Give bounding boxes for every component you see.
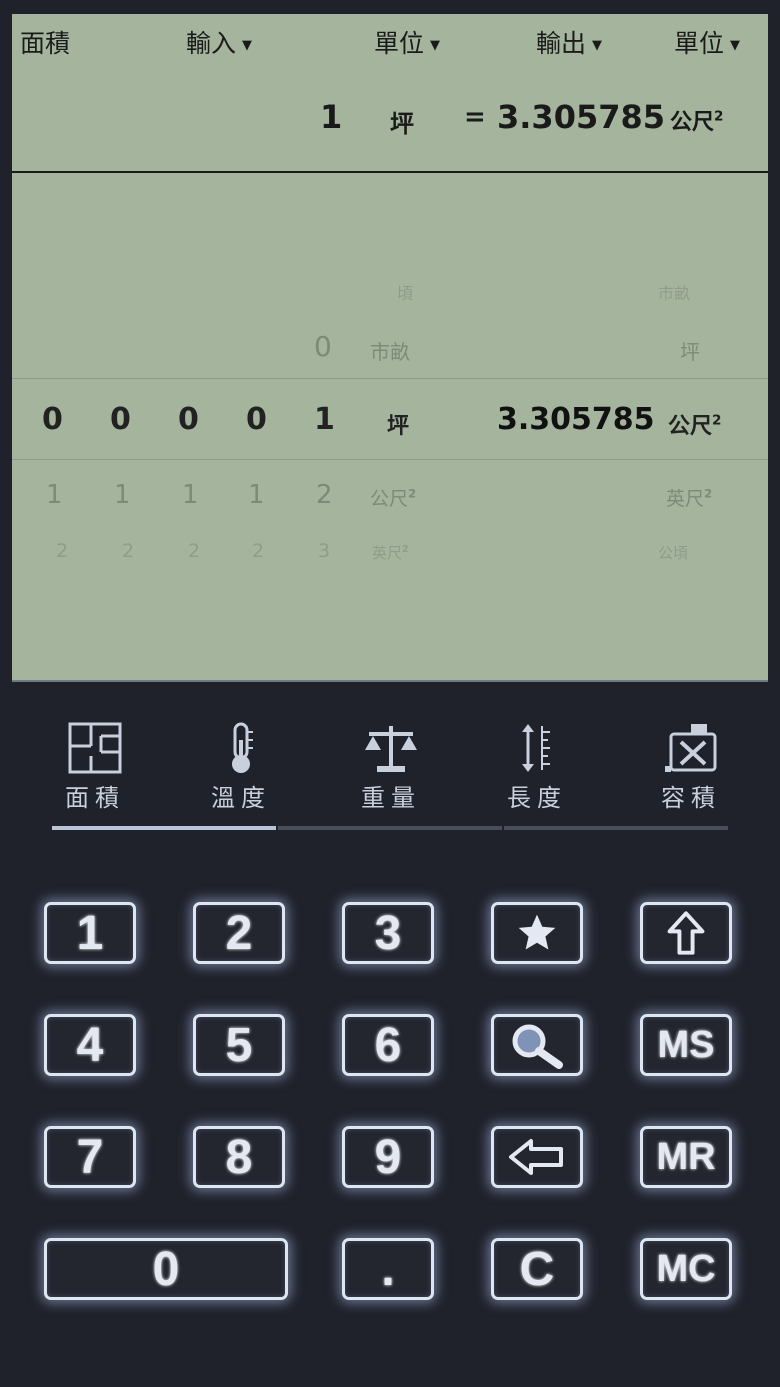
tab-label: 重量 [361,784,421,812]
result-input-unit: 坪 [390,110,414,138]
picker-input-unit-p2[interactable]: 英尺2 [372,542,409,563]
picker-faded-row [372,250,376,266]
favorite-button[interactable] [491,902,583,964]
tab-indicator-active [52,826,276,830]
key-6[interactable]: 6 [342,1014,434,1076]
memory-store-button[interactable]: MS [640,1014,732,1076]
tab-label: 溫度 [211,784,271,812]
canister-icon [665,724,717,772]
star-icon [518,914,556,950]
output-header[interactable]: 輸出 ▼ [536,24,602,60]
picker-output-unit-p2[interactable]: 公頃 [658,542,688,563]
tab-temperature[interactable]: 溫度 [186,722,296,813]
tab-indicator [278,826,502,830]
key-1[interactable]: 1 [44,902,136,964]
tab-length[interactable]: 長度 [482,722,592,813]
tab-indicator [504,826,728,830]
magnifier-icon [512,1024,563,1069]
memory-clear-button[interactable]: MC [640,1238,732,1300]
tab-label: 長度 [507,784,567,812]
picker-digit-p2-2[interactable]: 2 [122,540,134,562]
picker-input-unit-p1[interactable]: 公尺2 [370,484,416,511]
key-7[interactable]: 7 [44,1126,136,1188]
clear-button[interactable]: C [491,1238,583,1300]
picker-digit-p1-4[interactable]: 1 [248,480,265,510]
key-8[interactable]: 8 [193,1126,285,1188]
picker-digit-p2-3[interactable]: 2 [188,540,200,562]
result-equals: = [464,102,486,132]
dropdown-arrow-icon: ▼ [242,38,253,53]
key-9[interactable]: 9 [342,1126,434,1188]
picker-output-value: 3.305785 [497,402,655,437]
key-0[interactable]: 0 [44,1238,288,1300]
picker-digit-p2-5[interactable]: 3 [318,540,330,562]
picker-digit-1[interactable]: 0 [42,402,63,437]
input-header[interactable]: 輸入 ▼ [186,24,252,60]
backspace-button[interactable] [491,1126,583,1188]
picker-digit-3[interactable]: 0 [178,402,199,437]
converter-display: 面積 輸入 ▼ 單位 ▼ 輸出 ▼ 單位 ▼ 1 坪 = 3.305785 公尺2 頃 … [12,14,768,680]
key-5[interactable]: 5 [193,1014,285,1076]
tab-label: 容積 [661,784,721,812]
shift-button[interactable] [640,902,732,964]
picker-digit-p1-3[interactable]: 1 [182,480,199,510]
input-unit-header[interactable]: 單位 ▼ [374,24,440,60]
category-label: 面積 [20,29,71,58]
dropdown-arrow-icon: ▼ [592,38,603,53]
key-4[interactable]: 4 [44,1014,136,1076]
up-arrow-icon [667,911,705,955]
memory-recall-button[interactable]: MR [640,1126,732,1188]
search-button[interactable] [491,1014,583,1076]
picker-top-line [12,378,768,379]
key-3[interactable]: 3 [342,902,434,964]
picker-digit-4[interactable]: 0 [246,402,267,437]
result-output-value: 3.305785 [497,98,666,136]
output-unit-header[interactable]: 單位 ▼ [674,24,740,60]
thermometer-icon [232,722,253,773]
scale-icon [365,726,417,772]
result-input-value: 1 [320,98,343,136]
left-arrow-icon [509,1139,563,1175]
picker-digit-p1-5[interactable]: 2 [316,480,333,510]
picker-output-unit-m2[interactable]: 市畝 [658,280,690,304]
dropdown-arrow-icon: ▼ [730,38,741,53]
picker-input-unit-m1[interactable]: 市畝 [370,336,410,365]
picker-faded-row [52,574,115,583]
decimal-point-button[interactable]: . [342,1238,434,1300]
picker-output-unit-m1[interactable]: 坪 [680,336,700,365]
ruler-icon [522,724,550,772]
picker-digit-p1-2[interactable]: 1 [114,480,131,510]
picker-digit-m1[interactable]: 0 [314,330,332,363]
picker-digit-p2-1[interactable]: 2 [56,540,68,562]
tab-label: 面積 [65,784,125,812]
picker-bottom-line [12,459,768,460]
key-2[interactable]: 2 [193,902,285,964]
dropdown-arrow-icon: ▼ [430,38,441,53]
picker-digit-p1-1[interactable]: 1 [46,480,63,510]
result-output-unit: 公尺2 [670,108,724,135]
tab-volume[interactable]: 容積 [636,722,746,813]
picker-digit-5[interactable]: 1 [314,402,335,437]
tab-area[interactable]: 面積 [40,722,150,813]
floorplan-icon [68,722,122,774]
picker-digit-2[interactable]: 0 [110,402,131,437]
picker-digit-p2-4[interactable]: 2 [252,540,264,562]
tab-weight[interactable]: 重量 [336,722,446,813]
picker-input-unit[interactable]: 坪 [387,408,409,440]
picker-input-unit-m2[interactable]: 頃 [397,280,413,304]
picker-output-unit[interactable]: 公尺2 [668,408,722,440]
result-divider [12,171,768,173]
picker-output-unit-p1[interactable]: 英尺2 [666,484,712,511]
